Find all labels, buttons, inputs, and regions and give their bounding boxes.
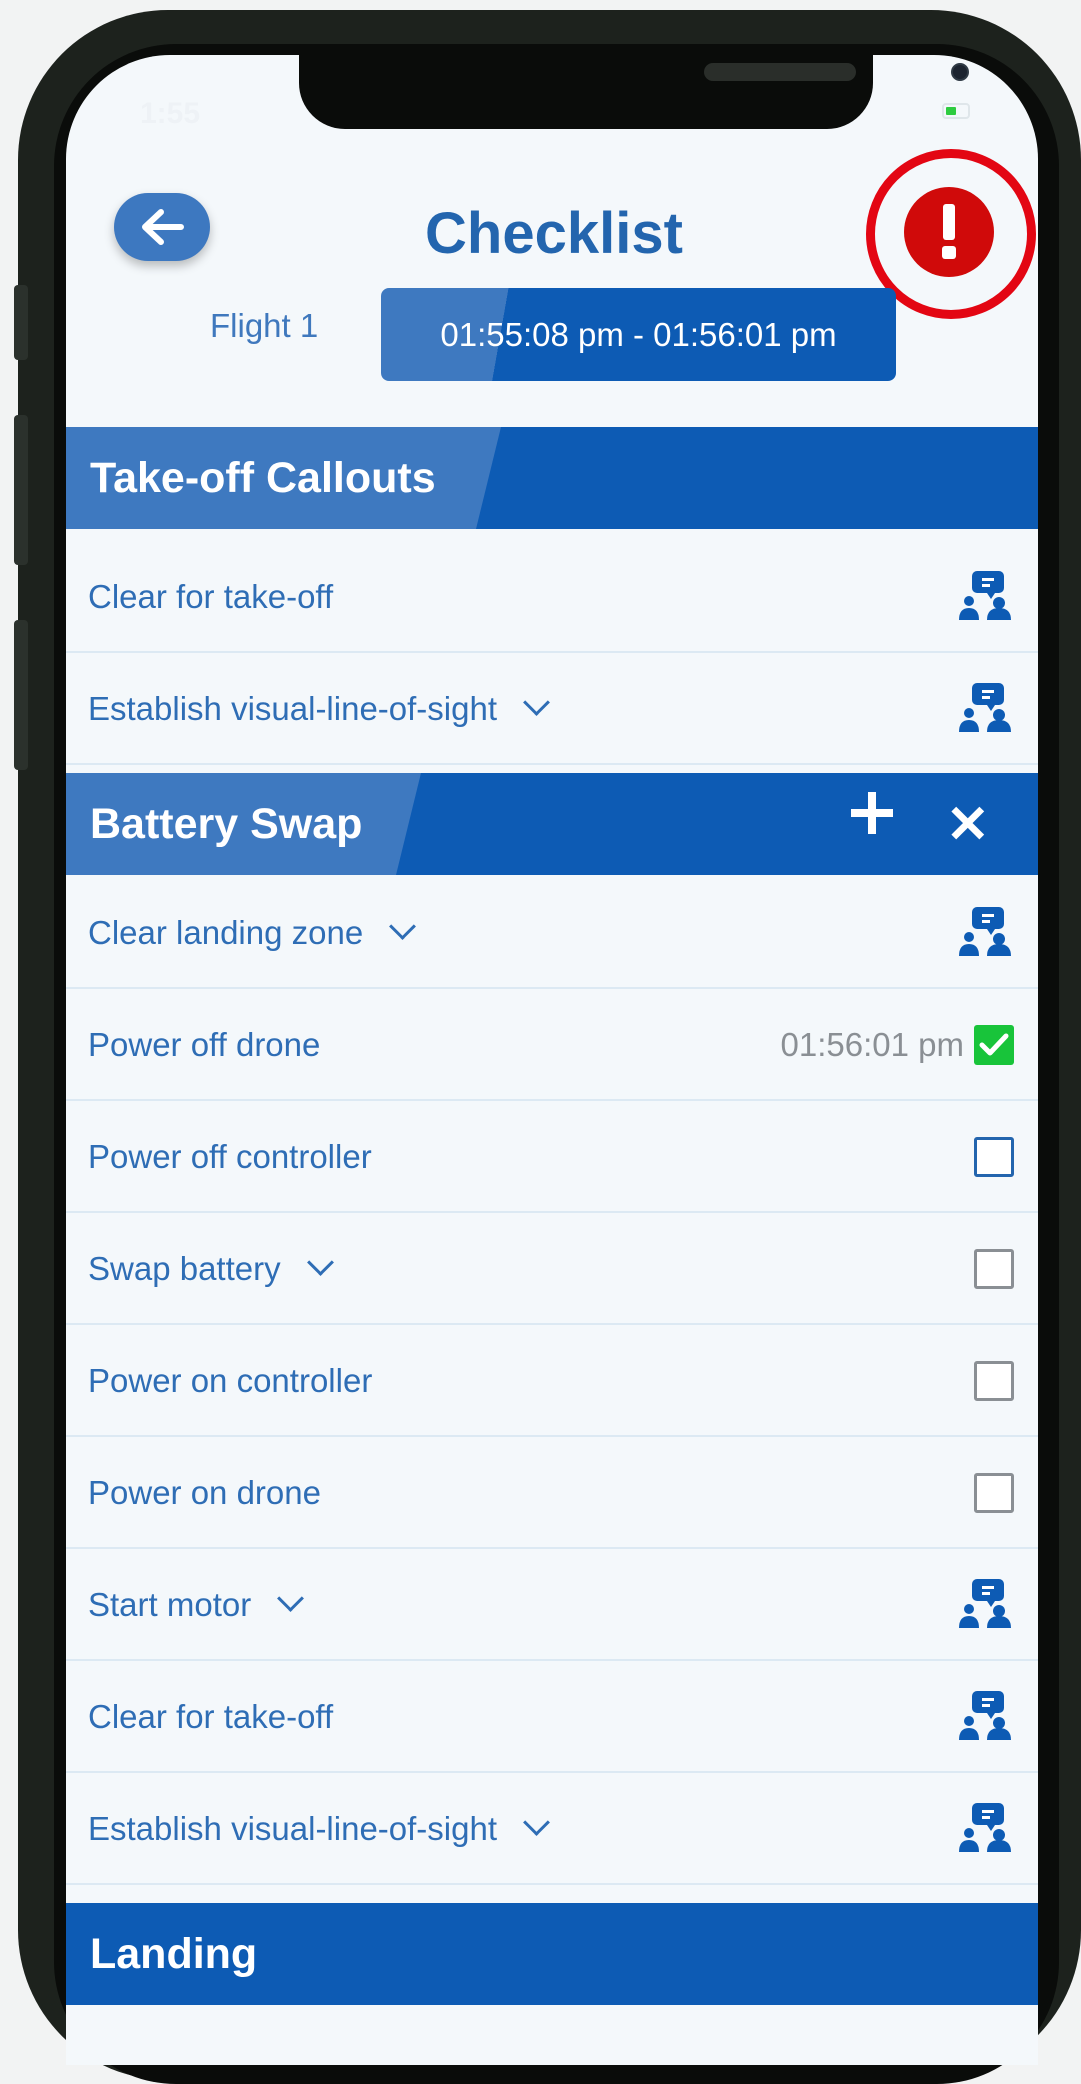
chevron-down-icon[interactable] xyxy=(306,1249,334,1276)
checklist-item-label: Clear for take-off xyxy=(88,578,334,615)
volume-up-button xyxy=(14,415,28,565)
flight-label: Flight 1 xyxy=(210,307,319,344)
checklist-item[interactable]: Start motor xyxy=(66,1549,1038,1661)
checklist-item-label: Power off controller xyxy=(88,1138,372,1175)
callout-icon[interactable] xyxy=(956,1800,1014,1859)
close-icon[interactable]: ✕ xyxy=(946,795,990,855)
completed-time: 01:56:01 pm xyxy=(780,1026,964,1063)
section-title: Landing xyxy=(90,1930,258,1978)
front-camera xyxy=(951,63,969,81)
checklist-item-label: Establish visual-line-of-sight xyxy=(88,690,498,727)
section-title: Battery Swap xyxy=(90,800,363,848)
chevron-down-icon[interactable] xyxy=(523,689,550,716)
section-landing[interactable]: Landing xyxy=(66,1903,1038,2005)
notch xyxy=(299,55,969,129)
callout-icon[interactable] xyxy=(956,904,1014,963)
checkbox[interactable] xyxy=(974,1361,1014,1401)
section-battery-swap[interactable]: Battery Swap ✕ xyxy=(66,773,1038,875)
checked-checkbox[interactable] xyxy=(974,1025,1014,1065)
checklist-item-label: Power on controller xyxy=(88,1362,373,1399)
checklist-item-label: Power off drone xyxy=(88,1026,321,1063)
checklist-item[interactable]: Power on controller xyxy=(66,1325,1038,1437)
checkbox[interactable] xyxy=(974,1473,1014,1513)
exclamation-icon xyxy=(942,204,956,259)
section-title: Take-off Callouts xyxy=(90,454,436,502)
checkbox[interactable] xyxy=(974,1249,1014,1289)
checklist-item[interactable]: Clear landing zone xyxy=(66,877,1038,989)
battery-icon xyxy=(942,103,970,119)
checklist-item[interactable]: Power off drone 01:56:01 pm xyxy=(66,989,1038,1101)
checklist-item[interactable]: Clear for take-off xyxy=(66,541,1038,653)
checklist-item[interactable]: Establish visual-line-of-sight xyxy=(66,653,1038,765)
chevron-down-icon[interactable] xyxy=(277,1585,305,1612)
mute-switch xyxy=(14,285,28,360)
checklist-item[interactable]: Power off controller xyxy=(66,1101,1038,1213)
checklist-item-label: Swap battery xyxy=(88,1250,281,1287)
checklist-item[interactable]: Clear for take-off xyxy=(66,1661,1038,1773)
volume-down-button xyxy=(14,620,28,770)
checklist-item-label: Clear landing zone xyxy=(88,914,364,951)
checklist-item-label: Power on drone xyxy=(88,1474,321,1511)
section-take-off-callouts[interactable]: Take-off Callouts xyxy=(66,427,1038,529)
add-icon[interactable] xyxy=(851,792,893,834)
check-icon xyxy=(979,1033,1009,1056)
checkbox[interactable] xyxy=(974,1137,1014,1177)
callout-icon[interactable] xyxy=(956,568,1014,627)
status-time: 1:55 xyxy=(140,97,201,130)
chevron-down-icon[interactable] xyxy=(389,913,417,940)
checklist-item[interactable]: Power on drone xyxy=(66,1437,1038,1549)
checklist-item[interactable]: Establish visual-line-of-sight xyxy=(66,1773,1038,1885)
earpiece-speaker xyxy=(704,63,856,81)
flight-time-range[interactable]: 01:55:08 pm - 01:56:01 pm xyxy=(381,288,896,381)
callout-icon[interactable] xyxy=(956,1576,1014,1635)
checklist-item-label: Clear for take-off xyxy=(88,1698,334,1735)
alert-button[interactable] xyxy=(904,187,994,277)
checklist-item-label: Establish visual-line-of-sight xyxy=(88,1810,498,1847)
callout-icon[interactable] xyxy=(956,1688,1014,1747)
app-screen: 1:55 Checklist Flight 1 01:55:08 pm - 01… xyxy=(66,55,1038,2065)
checklist-item[interactable]: Swap battery xyxy=(66,1213,1038,1325)
chevron-down-icon[interactable] xyxy=(523,1809,550,1836)
checklist-item-label: Start motor xyxy=(88,1586,252,1623)
callout-icon[interactable] xyxy=(956,680,1014,739)
